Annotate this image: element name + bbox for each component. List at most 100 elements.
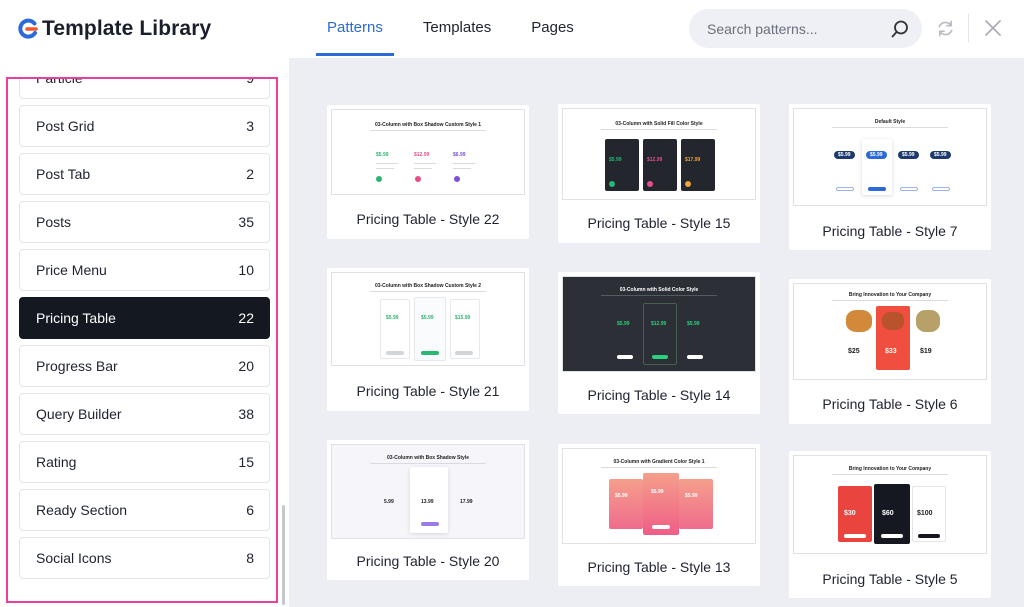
pattern-card-style-15[interactable]: 03-Column with Solid Fill Color Style $5… bbox=[558, 104, 760, 243]
thumbnail-price: $17.99 bbox=[685, 157, 701, 163]
sidebar-item-count: 15 bbox=[238, 454, 254, 470]
sidebar-item-query-builder[interactable]: Query Builder 38 bbox=[19, 393, 270, 435]
thumbnail-button bbox=[918, 534, 940, 538]
thumbnail-price: $5.99 bbox=[685, 493, 698, 499]
tab-pages[interactable]: Pages bbox=[518, 0, 587, 58]
thumbnail-button bbox=[652, 525, 670, 529]
sidebar-item-count: 20 bbox=[238, 358, 254, 374]
thumbnail-button bbox=[844, 534, 866, 538]
thumbnail-price: $5.99 bbox=[617, 321, 630, 327]
thumbnail-price: $5.99 bbox=[386, 315, 399, 321]
thumbnail-food-image bbox=[916, 310, 940, 332]
thumbnail-column bbox=[679, 479, 713, 529]
sidebar-item-particle[interactable]: Particle 9 bbox=[19, 79, 270, 99]
sidebar-item-post-tab[interactable]: Post Tab 2 bbox=[19, 153, 270, 195]
pattern-card-style-14[interactable]: 03-Column with Solid Color Style $5.99 $… bbox=[558, 272, 760, 414]
card-thumbnail: Bring Innovation to Your Company $25 $33… bbox=[793, 283, 987, 380]
thumbnail-line bbox=[453, 163, 475, 164]
thumbnail-title: 03-Column with Gradient Color Style 1 bbox=[613, 459, 705, 465]
pattern-card-style-20[interactable]: 03-Column with Box Shadow Style 5.99 13.… bbox=[327, 440, 529, 580]
thumbnail-price: $5.99 bbox=[930, 151, 951, 159]
thumbnail-price: $25 bbox=[848, 348, 860, 355]
search-icon[interactable] bbox=[890, 19, 910, 39]
thumbnail-subtitle bbox=[832, 127, 948, 128]
thumbnail-column bbox=[380, 299, 410, 359]
sidebar-item-count: 8 bbox=[246, 550, 254, 566]
thumbnail-subtitle bbox=[832, 300, 948, 301]
category-list: Particle 9 Post Grid 3 Post Tab 2 Posts 35 P… bbox=[19, 79, 270, 585]
header-divider bbox=[968, 14, 969, 42]
thumbnail-price: $12.99 bbox=[651, 321, 667, 327]
thumbnail-button bbox=[609, 181, 615, 187]
thumbnail-button bbox=[836, 187, 854, 191]
thumbnail-button bbox=[421, 351, 439, 355]
card-title: Pricing Table - Style 14 bbox=[587, 387, 731, 403]
card-title: Pricing Table - Style 20 bbox=[356, 553, 500, 569]
sidebar-item-social-icons[interactable]: Social Icons 8 bbox=[19, 537, 270, 579]
thumbnail-price: $5.99 bbox=[421, 315, 434, 321]
thumbnail-line bbox=[376, 163, 398, 164]
thumbnail-price: $5.99 bbox=[376, 152, 389, 158]
refresh-icon[interactable] bbox=[935, 18, 956, 39]
sidebar-item-pricing-table[interactable]: Pricing Table 22 bbox=[19, 297, 270, 339]
thumbnail-button bbox=[881, 534, 903, 538]
thumbnail-title: 03-Column with Solid Fill Color Style bbox=[615, 121, 703, 127]
sidebar-item-rating[interactable]: Rating 15 bbox=[19, 441, 270, 483]
tab-patterns[interactable]: Patterns bbox=[314, 0, 396, 58]
sidebar-item-ready-section[interactable]: Ready Section 6 bbox=[19, 489, 270, 531]
category-list-highlight: Particle 9 Post Grid 3 Post Tab 2 Posts 35 P… bbox=[6, 77, 278, 603]
thumbnail-price: $12.99 bbox=[647, 157, 663, 163]
card-title: Pricing Table - Style 5 bbox=[822, 571, 958, 587]
sidebar-item-posts[interactable]: Posts 35 bbox=[19, 201, 270, 243]
close-icon[interactable] bbox=[984, 19, 1002, 37]
tab-templates[interactable]: Templates bbox=[410, 0, 504, 58]
pattern-card-style-21[interactable]: 03-Column with Box Shadow Custom Style 2… bbox=[327, 268, 529, 411]
sidebar-item-label: Price Menu bbox=[36, 262, 107, 278]
thumbnail-price: $15.99 bbox=[455, 315, 471, 321]
thumbnail-button bbox=[900, 187, 918, 191]
card-thumbnail: 03-Column with Gradient Color Style 1 $5… bbox=[562, 448, 756, 544]
pattern-card-style-22[interactable]: 03-Column with Box Shadow Custom Style 1… bbox=[327, 105, 529, 239]
sidebar-scrollbar[interactable] bbox=[282, 505, 285, 605]
sidebar-item-label: Ready Section bbox=[36, 502, 128, 518]
sidebar-item-count: 38 bbox=[238, 406, 254, 422]
thumbnail-button bbox=[647, 181, 653, 187]
search-input[interactable] bbox=[707, 9, 877, 48]
pattern-card-style-5[interactable]: Bring Innovation to Your Company $30 $60… bbox=[789, 451, 991, 598]
thumbnail-price: 17.99 bbox=[460, 499, 473, 505]
thumbnail-subtitle bbox=[601, 129, 717, 130]
pattern-card-style-13[interactable]: 03-Column with Gradient Color Style 1 $5… bbox=[558, 444, 760, 586]
sidebar-item-post-grid[interactable]: Post Grid 3 bbox=[19, 105, 270, 147]
card-thumbnail: 03-Column with Box Shadow Custom Style 2… bbox=[331, 272, 525, 366]
thumbnail-price: $12.99 bbox=[414, 152, 430, 158]
thumbnail-title: 03-Column with Box Shadow Custom Style 2 bbox=[374, 283, 482, 289]
sidebar-item-label: Social Icons bbox=[36, 550, 112, 566]
search-box bbox=[689, 9, 922, 48]
thumbnail-price: $5.99 bbox=[609, 157, 622, 163]
sidebar-item-progress-bar[interactable]: Progress Bar 20 bbox=[19, 345, 270, 387]
card-thumbnail: 03-Column with Solid Color Style $5.99 $… bbox=[562, 276, 756, 372]
logo[interactable]: Template Library bbox=[16, 14, 211, 44]
thumbnail-price: $5.99 bbox=[651, 489, 664, 495]
thumbnail-title: Bring Innovation to Your Company bbox=[848, 466, 932, 472]
card-title: Pricing Table - Style 6 bbox=[822, 396, 958, 412]
thumbnail-subtitle bbox=[370, 130, 486, 131]
thumbnail-button bbox=[932, 187, 950, 191]
card-title: Pricing Table - Style 22 bbox=[356, 211, 500, 227]
pattern-card-style-7[interactable]: Default Style $5.99 $5.99 $5.99 $5.99 Pr… bbox=[789, 104, 991, 250]
sidebar-item-price-menu[interactable]: Price Menu 10 bbox=[19, 249, 270, 291]
card-thumbnail: 03-Column with Box Shadow Custom Style 1… bbox=[331, 109, 525, 195]
thumbnail-price: 5.99 bbox=[384, 499, 394, 505]
thumbnail-line bbox=[414, 163, 436, 164]
thumbnail-button bbox=[376, 176, 382, 182]
thumbnail-subtitle bbox=[832, 474, 948, 475]
thumbnail-title: 03-Column with Solid Color Style bbox=[619, 287, 699, 293]
card-thumbnail: 03-Column with Box Shadow Style 5.99 13.… bbox=[331, 444, 525, 539]
card-title: Pricing Table - Style 7 bbox=[822, 223, 958, 239]
card-thumbnail: Default Style $5.99 $5.99 $5.99 $5.99 bbox=[793, 108, 987, 206]
pattern-card-style-6[interactable]: Bring Innovation to Your Company $25 $33… bbox=[789, 279, 991, 424]
logo-text: Template Library bbox=[42, 17, 212, 40]
card-title: Pricing Table - Style 15 bbox=[587, 215, 731, 231]
sidebar-item-label: Post Tab bbox=[36, 166, 91, 182]
sidebar-item-count: 22 bbox=[238, 310, 254, 326]
